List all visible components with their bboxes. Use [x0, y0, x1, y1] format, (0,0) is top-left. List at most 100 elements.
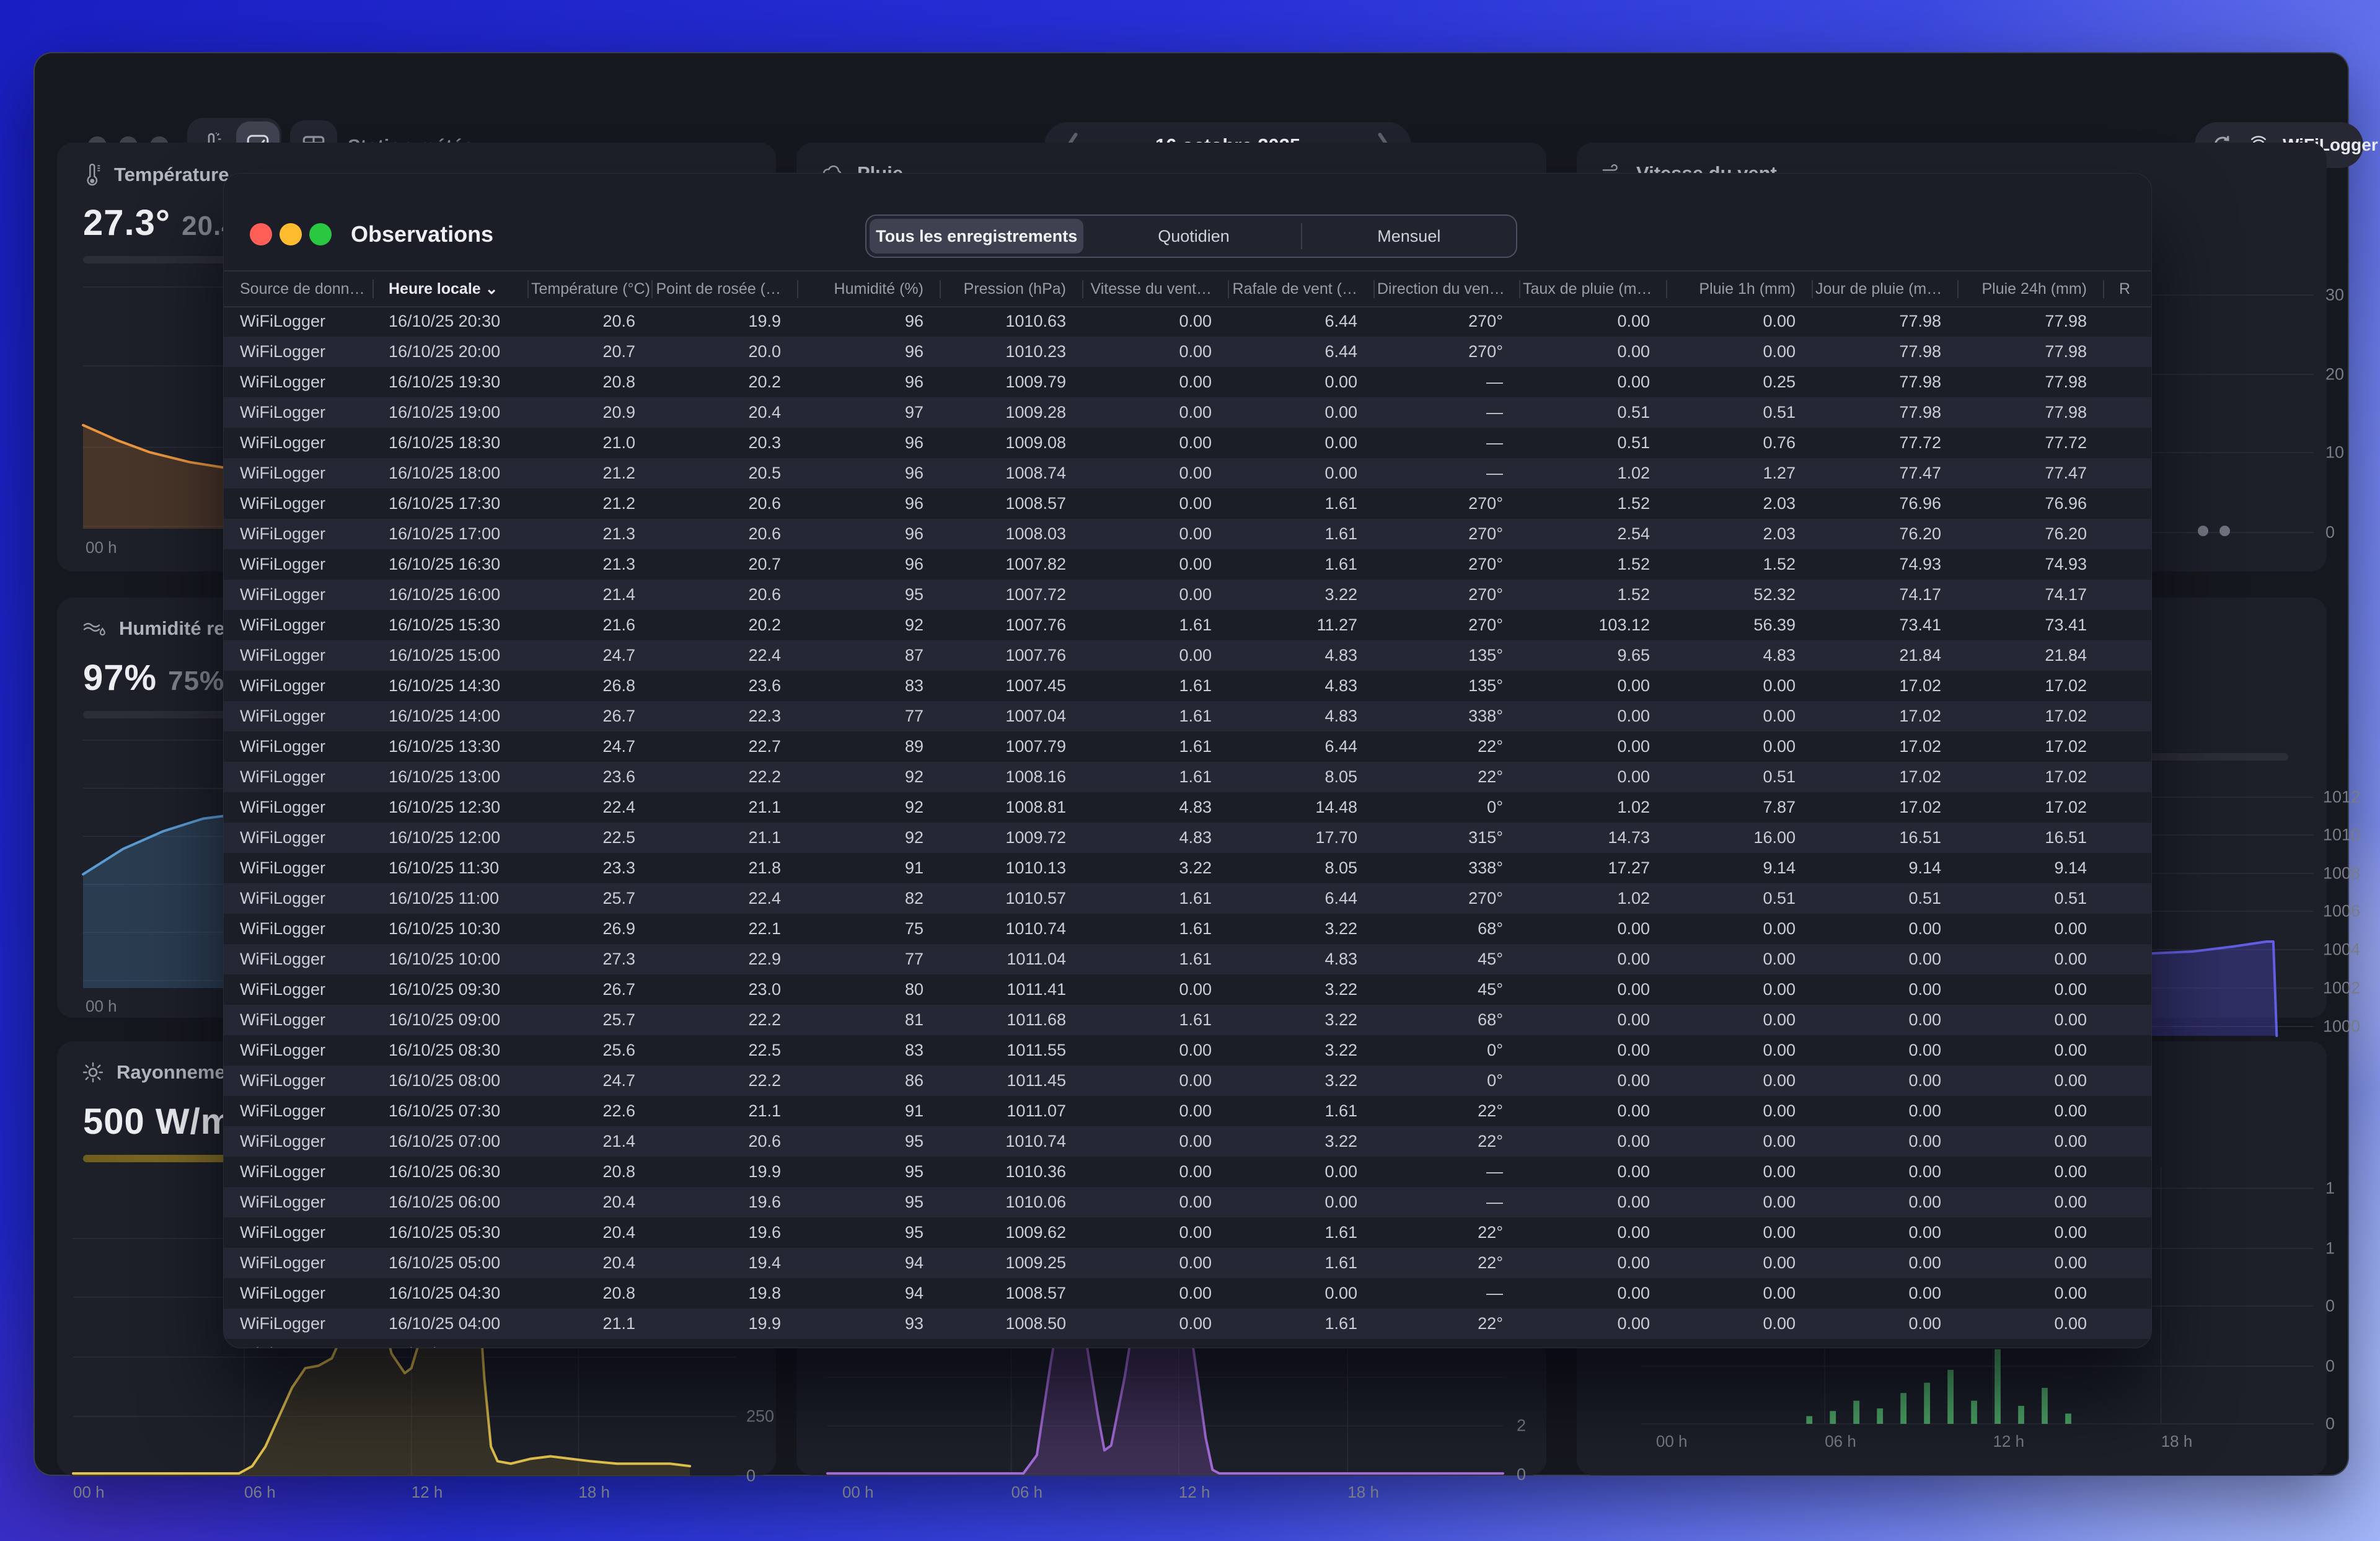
table-row[interactable]: WiFiLogger16/10/25 20:0020.720.0961010.2… [224, 337, 2151, 367]
table-cell: 4.83 [1228, 707, 1373, 726]
table-cell: 1.52 [1666, 555, 1812, 574]
table-cell: 17.02 [1812, 737, 1957, 756]
table-cell: 23.6 [651, 676, 797, 695]
table-cell: 0.00 [1666, 1010, 1812, 1030]
table-row[interactable]: WiFiLogger16/10/25 16:3021.320.7961007.8… [224, 549, 2151, 580]
table-cell: WiFiLogger [224, 889, 372, 908]
modal-zoom-button[interactable] [309, 223, 332, 245]
table-cell: 270° [1373, 524, 1519, 544]
column-header[interactable]: Température (°C) [527, 280, 651, 298]
table-cell: 0.00 [1666, 1132, 1812, 1151]
column-header[interactable]: Jour de pluie (m… [1812, 280, 1957, 298]
column-header[interactable]: Humidité (%) [797, 280, 940, 298]
table-row[interactable]: WiFiLogger16/10/25 13:3024.722.7891007.7… [224, 731, 2151, 762]
modal-close-button[interactable] [250, 223, 272, 245]
table-cell: 96 [797, 312, 940, 331]
table-row[interactable]: WiFiLogger16/10/25 16:0021.420.6951007.7… [224, 580, 2151, 610]
table-row[interactable]: WiFiLogger16/10/25 15:0024.722.4871007.7… [224, 640, 2151, 671]
table-row[interactable]: WiFiLogger16/10/25 18:3021.020.3961009.0… [224, 428, 2151, 458]
table-row[interactable]: WiFiLogger16/10/25 19:3020.820.2961009.7… [224, 367, 2151, 397]
table-row[interactable]: WiFiLogger16/10/25 05:3020.419.6951009.6… [224, 1217, 2151, 1248]
table-row[interactable]: WiFiLogger16/10/25 17:0021.320.6961008.0… [224, 519, 2151, 549]
modal-minimize-button[interactable] [280, 223, 302, 245]
table-row[interactable]: WiFiLogger16/10/25 11:3023.321.8911010.1… [224, 853, 2151, 883]
axis-label: 10 [2325, 443, 2344, 462]
table-row[interactable]: WiFiLogger16/10/25 06:0020.419.6951010.0… [224, 1187, 2151, 1217]
table-cell: 1.61 [1082, 676, 1228, 695]
table-cell: 1.61 [1228, 1102, 1373, 1121]
table-cell: 22.2 [651, 1071, 797, 1090]
column-header[interactable]: Pluie 1h (mm) [1666, 280, 1812, 298]
table-row[interactable]: WiFiLogger16/10/25 15:3021.620.2921007.7… [224, 610, 2151, 640]
table-cell: 23.0 [651, 980, 797, 999]
table-cell: WiFiLogger [224, 1071, 372, 1090]
table-cell: 0.00 [1812, 1041, 1957, 1060]
table-row[interactable]: WiFiLogger16/10/25 14:3026.823.6831007.4… [224, 671, 2151, 701]
column-header[interactable]: Pression (hPa) [940, 280, 1082, 298]
table-cell: 3.22 [1228, 919, 1373, 938]
column-header[interactable]: Pluie 24h (mm) [1957, 280, 2103, 298]
table-cell: 92 [797, 828, 940, 847]
table-cell: 0.51 [1666, 767, 1812, 787]
tab-monthly[interactable]: Mensuel [1302, 216, 1516, 257]
table-row[interactable]: WiFiLogger16/10/25 18:0021.220.5961008.7… [224, 458, 2151, 488]
table-cell: WiFiLogger [224, 1223, 372, 1242]
table-row[interactable]: WiFiLogger16/10/25 06:3020.819.9951010.3… [224, 1157, 2151, 1187]
table-cell: 1.02 [1519, 889, 1666, 908]
table-cell: 0.00 [1666, 1223, 1812, 1242]
table-cell: WiFiLogger [224, 980, 372, 999]
table-cell: 22° [1373, 767, 1519, 787]
column-header[interactable]: Point de rosée (… [651, 280, 797, 298]
table-row[interactable]: WiFiLogger16/10/25 19:0020.920.4971009.2… [224, 397, 2151, 428]
column-header[interactable]: Taux de pluie (m… [1519, 280, 1666, 298]
table-cell: WiFiLogger [224, 737, 372, 756]
table-cell: 20.6 [651, 524, 797, 544]
table-row[interactable]: WiFiLogger16/10/25 03:3021.219.9921008.0… [224, 1339, 2151, 1348]
table-cell: 16/10/25 05:00 [372, 1253, 527, 1273]
column-header[interactable]: Direction du ven… [1373, 280, 1519, 298]
table-cell: 21.1 [527, 1314, 651, 1333]
table-cell: 24.7 [527, 646, 651, 665]
table-cell: 1008.81 [940, 798, 1082, 817]
table-row[interactable]: WiFiLogger16/10/25 04:0021.119.9931008.5… [224, 1309, 2151, 1339]
column-header[interactable]: R [2103, 280, 2151, 298]
table-cell: 22.1 [651, 919, 797, 938]
table-row[interactable]: WiFiLogger16/10/25 07:0021.420.6951010.7… [224, 1126, 2151, 1157]
table-cell: 16/10/25 18:30 [372, 433, 527, 453]
table-row[interactable]: WiFiLogger16/10/25 14:0026.722.3771007.0… [224, 701, 2151, 731]
table-cell: 16/10/25 04:30 [372, 1284, 527, 1303]
table-cell: 0.00 [1082, 1345, 1228, 1348]
table-row[interactable]: WiFiLogger16/10/25 05:0020.419.4941009.2… [224, 1248, 2151, 1278]
thermometer-icon [82, 162, 102, 187]
table-row[interactable]: WiFiLogger16/10/25 11:0025.722.4821010.5… [224, 883, 2151, 914]
table-cell: 8.05 [1228, 859, 1373, 878]
table-row[interactable]: WiFiLogger16/10/25 08:3025.622.5831011.5… [224, 1035, 2151, 1066]
table-cell: 135° [1373, 646, 1519, 665]
table-row[interactable]: WiFiLogger16/10/25 04:3020.819.8941008.5… [224, 1278, 2151, 1309]
table-row[interactable]: WiFiLogger16/10/25 08:0024.722.2861011.4… [224, 1066, 2151, 1096]
table-row[interactable]: WiFiLogger16/10/25 10:3026.922.1751010.7… [224, 914, 2151, 944]
column-header[interactable]: Vitesse du vent… [1082, 280, 1228, 298]
column-header[interactable]: Source de donn… [224, 280, 372, 298]
table-cell: 1007.45 [940, 676, 1082, 695]
table-cell: 21.3 [527, 555, 651, 574]
table-row[interactable]: WiFiLogger16/10/25 09:0025.722.2811011.6… [224, 1005, 2151, 1035]
table-cell: 19.9 [651, 1345, 797, 1348]
table-row[interactable]: WiFiLogger16/10/25 10:0027.322.9771011.0… [224, 944, 2151, 974]
table-row[interactable]: WiFiLogger16/10/25 12:0022.521.1921009.7… [224, 823, 2151, 853]
table-row[interactable]: WiFiLogger16/10/25 17:3021.220.6961008.5… [224, 488, 2151, 519]
column-header[interactable]: Heure locale ⌄ [372, 280, 527, 298]
column-header[interactable]: Rafale de vent (… [1228, 280, 1373, 298]
table-row[interactable]: WiFiLogger16/10/25 20:3020.619.9961010.6… [224, 306, 2151, 337]
table-row[interactable]: WiFiLogger16/10/25 12:3022.421.1921008.8… [224, 792, 2151, 823]
table-cell: 1.52 [1519, 555, 1666, 574]
tab-daily[interactable]: Quotidien [1086, 216, 1300, 257]
tab-all-records[interactable]: Tous les enregistrements [870, 219, 1083, 254]
table-row[interactable]: WiFiLogger16/10/25 07:3022.621.1911011.0… [224, 1096, 2151, 1126]
table-row[interactable]: WiFiLogger16/10/25 13:0023.622.2921008.1… [224, 762, 2151, 792]
desktop: Station météo 16 octobre 2025 WiFi [0, 0, 2380, 1541]
table-cell: 270° [1373, 312, 1519, 331]
table-cell: 22° [1373, 1253, 1519, 1273]
table-row[interactable]: WiFiLogger16/10/25 09:3026.723.0801011.4… [224, 974, 2151, 1005]
table-cell: 77.98 [1812, 312, 1957, 331]
